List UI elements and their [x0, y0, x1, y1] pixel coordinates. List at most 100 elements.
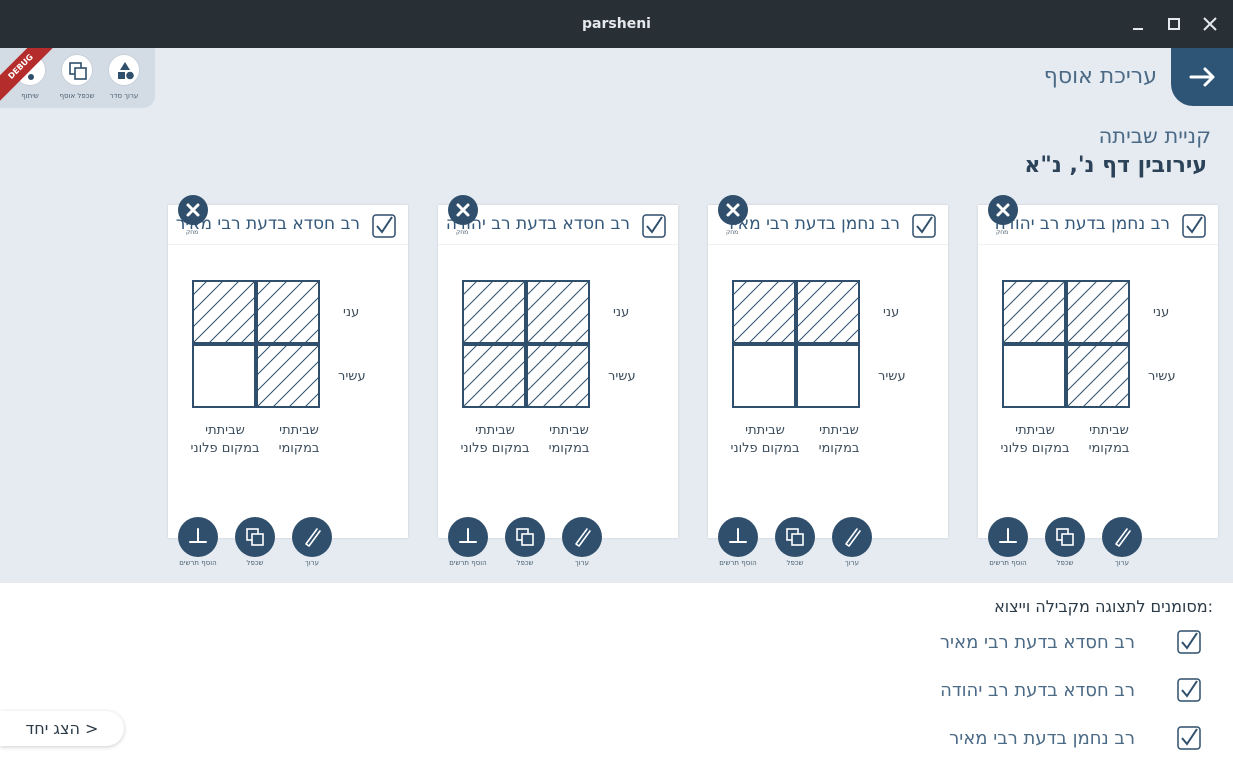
duplicate-collection-button[interactable] — [61, 54, 93, 86]
minimize-icon[interactable] — [1126, 12, 1150, 36]
diagram-cell[interactable] — [462, 280, 526, 344]
col-label-other-place: שביתתי במקום פלוני — [1000, 422, 1070, 458]
delete-card-button[interactable] — [178, 195, 208, 225]
checkbox-checked-icon[interactable] — [1177, 678, 1201, 702]
diagram-grid[interactable] — [462, 280, 590, 408]
duplicate-label: שכפל — [1056, 559, 1074, 567]
edit-label: ערוך — [1115, 559, 1129, 567]
edit-button[interactable] — [562, 517, 602, 557]
pencil-icon — [575, 528, 591, 547]
close-icon — [726, 203, 740, 217]
add-diagram-label: הוסף תרשים — [989, 559, 1027, 567]
delete-label: מחק — [186, 229, 199, 236]
add-diagram-label: הוסף תרשים — [179, 559, 217, 567]
col-label-other-place: שביתתי במקום פלוני — [460, 422, 530, 458]
row-label-rich: עשיר — [338, 369, 366, 384]
arrow-right-icon — [1189, 67, 1215, 87]
col-label-my-place: שביתתי במקומי — [1074, 422, 1144, 458]
col-label-line: שביתתי — [1015, 423, 1055, 438]
back-button[interactable] — [1171, 48, 1233, 106]
duplicate-icon — [69, 62, 87, 80]
page-title: עריכת אוסף — [1043, 64, 1157, 89]
diagram-cell[interactable] — [526, 280, 590, 344]
diagram-cell[interactable] — [796, 344, 860, 408]
opinion-card: רב נחמן בדעת רבי מאיר מחק עני עשיר שביתת… — [708, 195, 948, 567]
duplicate-icon — [1056, 528, 1074, 546]
diagram-cell[interactable] — [1002, 280, 1066, 344]
duplicate-icon — [246, 528, 264, 546]
col-label-line: שביתתי — [819, 423, 859, 438]
add-diagram-icon — [189, 528, 207, 543]
add-diagram-button[interactable] — [178, 517, 218, 557]
duplicate-label: שכפל — [246, 559, 264, 567]
col-label-line: במקומי — [818, 441, 860, 456]
duplicate-button[interactable] — [235, 517, 275, 557]
col-label-other-place: שביתתי במקום פלוני — [730, 422, 800, 458]
row-label-rich: עשיר — [608, 369, 636, 384]
duplicate-button[interactable] — [775, 517, 815, 557]
delete-card-button[interactable] — [448, 195, 478, 225]
col-label-line: במקום פלוני — [460, 441, 530, 456]
selected-item[interactable]: רב חסדא בדעת רבי מאיר — [801, 630, 1201, 656]
diagram-cell[interactable] — [526, 344, 590, 408]
card-title: רב נחמן בדעת רבי מאיר — [724, 214, 900, 234]
diagram-cell[interactable] — [462, 344, 526, 408]
diagram-cell[interactable] — [256, 280, 320, 344]
maximize-icon[interactable] — [1162, 12, 1186, 36]
duplicate-label: שכפל — [516, 559, 534, 567]
edit-button[interactable] — [1102, 517, 1142, 557]
selected-item[interactable]: רב נחמן בדעת רבי מאיר — [801, 726, 1201, 752]
col-label-line: שביתתי — [475, 423, 515, 438]
diagram-cell[interactable] — [732, 280, 796, 344]
edit-label: ערוך — [575, 559, 589, 567]
col-label-line: שביתתי — [549, 423, 589, 438]
delete-card-button[interactable] — [718, 195, 748, 225]
checkbox-checked-icon[interactable] — [1182, 214, 1206, 238]
duplicate-button[interactable] — [1045, 517, 1085, 557]
show-together-button[interactable]: הצג יחד > — [0, 711, 124, 746]
collection-subject: קניית שביתה — [1098, 124, 1211, 148]
diagram-cell[interactable] — [732, 344, 796, 408]
edit-button[interactable] — [292, 517, 332, 557]
selected-item-label: רב חסדא בדעת רב יהודה — [940, 680, 1135, 701]
diagram-grid[interactable] — [192, 280, 320, 408]
checkbox-checked-icon[interactable] — [1177, 726, 1201, 750]
duplicate-icon — [516, 528, 534, 546]
checkbox-checked-icon[interactable] — [912, 214, 936, 238]
row-label-poor: עני — [1153, 305, 1170, 320]
add-diagram-button[interactable] — [718, 517, 758, 557]
diagram-cell[interactable] — [192, 344, 256, 408]
selected-item[interactable]: רב חסדא בדעת רב יהודה — [801, 678, 1201, 704]
row-label-rich: עשיר — [878, 369, 906, 384]
selected-item-label: רב נחמן בדעת רבי מאיר — [949, 728, 1135, 749]
diagram-grid[interactable] — [1002, 280, 1130, 408]
diagram-cell[interactable] — [796, 280, 860, 344]
add-diagram-label: הוסף תרשים — [449, 559, 487, 567]
reorder-button[interactable] — [108, 54, 140, 86]
opinion-card: רב נחמן בדעת רב יהודה מחק עני עשיר שביתת… — [978, 195, 1218, 567]
diagram-cell[interactable] — [192, 280, 256, 344]
selected-title: מסומנים לתצוגה מקבילה וייצוא: — [994, 597, 1213, 616]
debug-ribbon: DEBUG — [0, 48, 60, 106]
diagram-grid[interactable] — [732, 280, 860, 408]
duplicate-button[interactable] — [505, 517, 545, 557]
diagram-cell[interactable] — [1066, 280, 1130, 344]
row-label-poor: עני — [883, 305, 900, 320]
add-diagram-button[interactable] — [988, 517, 1028, 557]
pencil-icon — [845, 528, 861, 547]
checkbox-checked-icon[interactable] — [1177, 630, 1201, 654]
col-label-line: במקומי — [1088, 441, 1130, 456]
diagram-svg — [1002, 280, 1130, 408]
diagram-cell[interactable] — [1066, 344, 1130, 408]
checkbox-checked-icon[interactable] — [372, 214, 396, 238]
add-diagram-label: הוסף תרשים — [719, 559, 757, 567]
diagram-cell[interactable] — [256, 344, 320, 408]
delete-card-button[interactable] — [988, 195, 1018, 225]
edit-button[interactable] — [832, 517, 872, 557]
selected-item-label: רב חסדא בדעת רבי מאיר — [939, 632, 1135, 653]
checkbox-checked-icon[interactable] — [642, 214, 666, 238]
opinion-card: רב חסדא בדעת רבי מאיר מחק עני עשיר שביתת… — [168, 195, 408, 567]
diagram-cell[interactable] — [1002, 344, 1066, 408]
add-diagram-button[interactable] — [448, 517, 488, 557]
close-window-icon[interactable] — [1198, 12, 1222, 36]
